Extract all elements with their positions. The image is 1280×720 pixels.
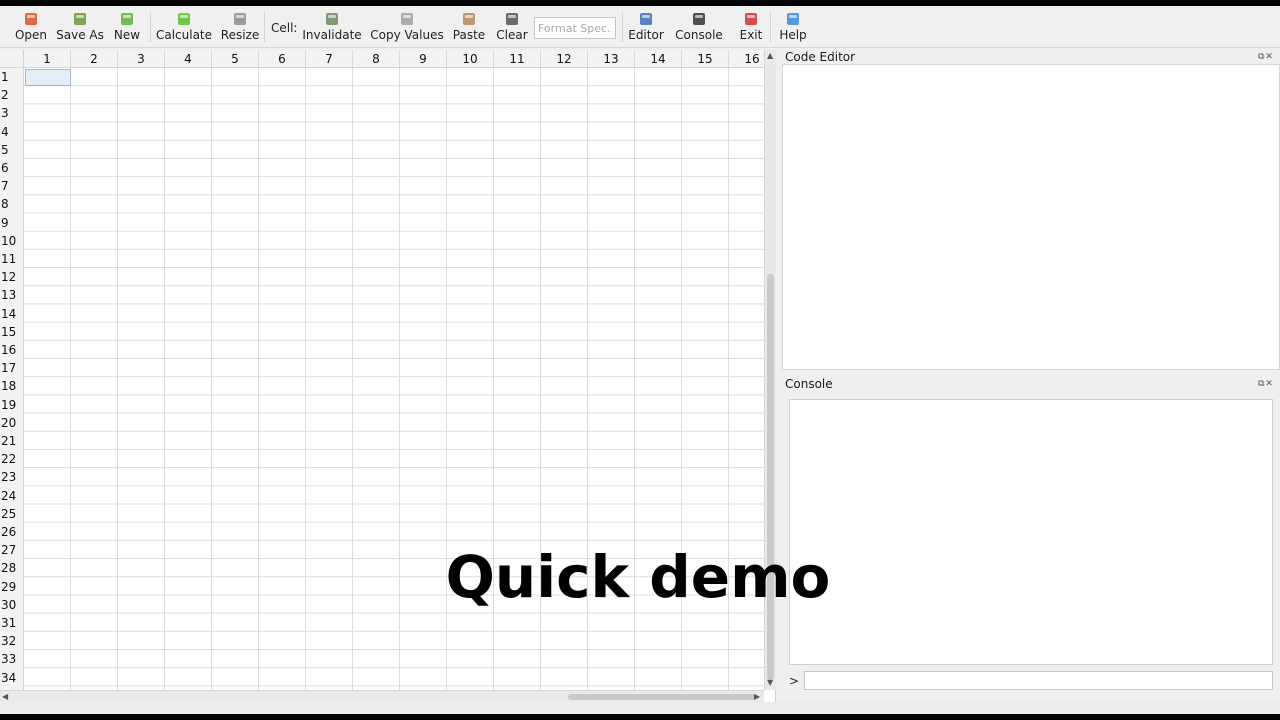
- row-header[interactable]: 17: [0, 359, 23, 377]
- row-header[interactable]: 20: [0, 414, 23, 432]
- column-header[interactable]: 5: [212, 50, 259, 67]
- column-header[interactable]: 4: [165, 50, 212, 67]
- grid-corner[interactable]: [0, 50, 24, 68]
- row-header[interactable]: 11: [0, 250, 23, 268]
- toolbar-button-label: Clear: [496, 28, 528, 42]
- toolbar-button-label: Invalidate: [302, 28, 362, 42]
- toolbar-button-label: Help: [779, 28, 807, 42]
- row-header[interactable]: 6: [0, 159, 23, 177]
- dock-float-close-icon[interactable]: ⧉✕: [1258, 379, 1274, 389]
- column-header[interactable]: 10: [447, 50, 494, 67]
- row-header[interactable]: 33: [0, 650, 23, 668]
- row-header[interactable]: 5: [0, 141, 23, 159]
- scroll-up-icon[interactable]: ▲: [767, 51, 773, 60]
- column-header[interactable]: 9: [400, 50, 447, 67]
- dock-float-close-icon[interactable]: ⧉✕: [1258, 52, 1274, 62]
- console-input[interactable]: [804, 671, 1273, 690]
- column-header-bar: 1 2 3 4 5 6 7 8 9 10 11 12 13 14 15 16: [24, 50, 764, 68]
- row-header[interactable]: 19: [0, 396, 23, 414]
- row-header[interactable]: 18: [0, 377, 23, 395]
- row-header[interactable]: 12: [0, 268, 23, 286]
- column-header[interactable]: 7: [306, 50, 353, 67]
- row-header[interactable]: 15: [0, 323, 23, 341]
- column-header[interactable]: 13: [588, 50, 635, 67]
- column-header[interactable]: 6: [259, 50, 306, 67]
- row-header[interactable]: 32: [0, 632, 23, 650]
- spreadsheet-app-window: Open Save As New Calculate Resize Invalidate C…: [0, 6, 1280, 714]
- row-header[interactable]: 9: [0, 214, 23, 232]
- vertical-scroll-thumb[interactable]: [767, 274, 774, 680]
- console-title: Console: [785, 377, 833, 391]
- row-header[interactable]: 21: [0, 432, 23, 450]
- toolbar-button-label: Resize: [220, 28, 260, 42]
- row-header[interactable]: 27: [0, 541, 23, 559]
- toolbar-separator: [264, 12, 265, 42]
- row-header[interactable]: 10: [0, 232, 23, 250]
- code-editor-title: Code Editor: [785, 50, 856, 64]
- row-header[interactable]: 2: [0, 86, 23, 104]
- console-output: [789, 399, 1273, 665]
- clear-icon: [505, 12, 519, 26]
- toolbar-button-label: New: [113, 28, 141, 42]
- toolbar-separator: [770, 12, 771, 42]
- row-header[interactable]: 23: [0, 468, 23, 486]
- row-header[interactable]: 4: [0, 123, 23, 141]
- row-header[interactable]: 1: [0, 68, 23, 86]
- row-header[interactable]: 26: [0, 523, 23, 541]
- row-header[interactable]: 16: [0, 341, 23, 359]
- row-header[interactable]: 28: [0, 559, 23, 577]
- column-header[interactable]: 3: [118, 50, 165, 67]
- column-header[interactable]: 12: [541, 50, 588, 67]
- status-bar: [0, 702, 1280, 714]
- cell-grid[interactable]: [24, 68, 764, 690]
- main-toolbar: Open Save As New Calculate Resize Invalidate C…: [0, 6, 1280, 48]
- cell-label: Cell:: [271, 21, 298, 35]
- row-header[interactable]: 34: [0, 669, 23, 687]
- column-header[interactable]: 2: [71, 50, 118, 67]
- row-header[interactable]: 25: [0, 505, 23, 523]
- row-header[interactable]: 31: [0, 614, 23, 632]
- edit-icon: [639, 12, 653, 26]
- invalidate-icon: [325, 12, 339, 26]
- selected-cell[interactable]: [25, 69, 71, 86]
- row-header[interactable]: 13: [0, 286, 23, 304]
- column-header[interactable]: 15: [682, 50, 729, 67]
- row-header[interactable]: 29: [0, 578, 23, 596]
- row-header[interactable]: 7: [0, 177, 23, 195]
- resize-grid-icon: [233, 12, 247, 26]
- column-header[interactable]: 14: [635, 50, 682, 67]
- terminal-icon: [692, 12, 706, 26]
- row-header[interactable]: 30: [0, 596, 23, 614]
- row-header[interactable]: 24: [0, 487, 23, 505]
- column-header[interactable]: 16: [729, 50, 764, 67]
- toolbar-separator: [150, 12, 151, 42]
- spreadsheet-grid[interactable]: 1 2 3 4 5 6 7 8 9 10 11 12 13 14 15 16 1 2 3 4 5 6 7 8 9 10 11 12 1…: [0, 50, 776, 702]
- column-header[interactable]: 1: [24, 50, 71, 67]
- console-prompt: >: [789, 674, 800, 688]
- copy-icon: [400, 12, 414, 26]
- scroll-left-icon[interactable]: ◀: [2, 692, 8, 701]
- help-icon: [786, 12, 800, 26]
- play-icon: [177, 12, 191, 26]
- format-spec-input[interactable]: [534, 17, 616, 39]
- row-header[interactable]: 3: [0, 104, 23, 122]
- column-header[interactable]: 8: [353, 50, 400, 67]
- horizontal-scroll-thumb[interactable]: [568, 694, 756, 700]
- scroll-down-icon[interactable]: ▼: [767, 678, 773, 687]
- row-header[interactable]: 8: [0, 195, 23, 213]
- row-header[interactable]: 22: [0, 450, 23, 468]
- horizontal-scrollbar[interactable]: ◀ ▶: [0, 690, 764, 702]
- row-header-bar: 1 2 3 4 5 6 7 8 9 10 11 12 13 14 15 16 17 18 19 20 21 22 23 24 2…: [0, 68, 24, 690]
- toolbar-separator: [622, 12, 623, 42]
- row-header[interactable]: 14: [0, 305, 23, 323]
- help-button[interactable]: Help: [748, 6, 838, 48]
- vertical-scrollbar[interactable]: ▲ ▼: [764, 50, 776, 690]
- column-header[interactable]: 11: [494, 50, 541, 67]
- code-editor-area[interactable]: [782, 64, 1280, 370]
- scroll-right-icon[interactable]: ▶: [754, 692, 760, 701]
- new-file-icon: [120, 12, 134, 26]
